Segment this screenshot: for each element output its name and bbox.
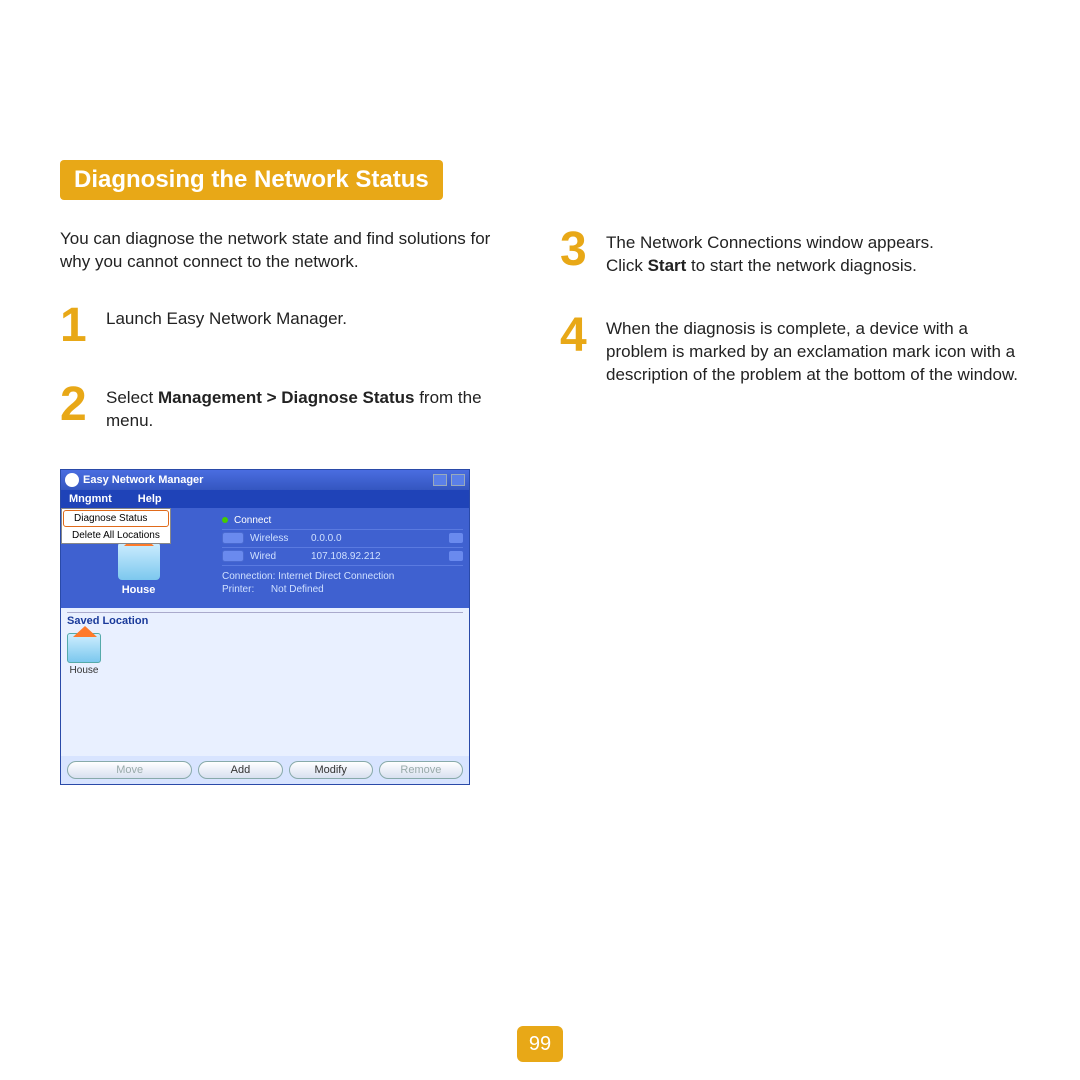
- step-number: 2: [60, 383, 94, 433]
- wired-value: 107.108.92.212: [311, 551, 443, 562]
- step-number: 4: [560, 314, 594, 387]
- step-4: 4 When the diagnosis is complete, a devi…: [560, 314, 1020, 387]
- house-label: House: [61, 584, 216, 596]
- menu-mngmnt[interactable]: Mngmnt: [69, 493, 112, 505]
- saved-location-title: Saved Location: [67, 612, 463, 633]
- conn-value: Internet Direct Connection: [278, 571, 394, 582]
- page-number: 99: [517, 1026, 563, 1062]
- left-column: You can diagnose the network state and f…: [60, 228, 520, 785]
- app-logo-icon: [65, 473, 79, 487]
- wired-label: Wired: [250, 551, 305, 562]
- step-number: 1: [60, 304, 94, 347]
- menu-item-diagnose-status[interactable]: Diagnose Status: [63, 510, 169, 527]
- wired-icon: [222, 550, 244, 562]
- saved-location-panel: Saved Location House: [61, 608, 469, 756]
- text-prefix: Select: [106, 388, 158, 407]
- connect-label: Connect: [234, 515, 271, 526]
- menu-item-delete-all-locations[interactable]: Delete All Locations: [62, 528, 170, 543]
- house-icon: [118, 542, 160, 580]
- step-2: 2 Select Management > Diagnose Status fr…: [60, 383, 520, 433]
- wireless-row: Wireless 0.0.0.0: [222, 530, 463, 548]
- close-icon[interactable]: [451, 474, 465, 486]
- saved-item-label: House: [67, 665, 101, 676]
- wired-row: Wired 107.108.92.212: [222, 548, 463, 566]
- page-number-value: 99: [529, 1033, 551, 1056]
- enm-title: Easy Network Manager: [83, 474, 429, 486]
- step-text: The Network Connections window appears. …: [606, 228, 1020, 278]
- enm-window: Easy Network Manager Mngmnt Help Diagnos…: [60, 469, 470, 785]
- enm-menubar: Mngmnt Help: [61, 490, 469, 508]
- connection-info: Connection: Internet Direct Connection P…: [222, 566, 463, 604]
- step-3: 3 The Network Connections window appears…: [560, 228, 1020, 278]
- minimize-icon[interactable]: [433, 474, 447, 486]
- status-dot-icon: [222, 517, 228, 523]
- step3-line1: The Network Connections window appears.: [606, 233, 934, 252]
- printer-value: Not Defined: [271, 584, 324, 595]
- step-1: 1 Launch Easy Network Manager.: [60, 304, 520, 347]
- text-bold: Management > Diagnose Status: [158, 388, 414, 407]
- enm-right-pane: Connect Wireless 0.0.0.0 Wired 107.108.9…: [216, 508, 469, 608]
- wireless-value: 0.0.0.0: [311, 533, 443, 544]
- step3-bold: Start: [648, 256, 687, 275]
- right-column: 3 The Network Connections window appears…: [560, 228, 1020, 785]
- wireless-label: Wireless: [250, 533, 305, 544]
- conn-label: Connection:: [222, 571, 275, 582]
- row-end-icon: [449, 551, 463, 561]
- wireless-icon: [222, 532, 244, 544]
- step-text: When the diagnosis is complete, a device…: [606, 314, 1020, 387]
- menu-help[interactable]: Help: [138, 493, 162, 505]
- step-text: Launch Easy Network Manager.: [106, 304, 520, 347]
- connect-row: Connect: [222, 512, 463, 530]
- section-title: Diagnosing the Network Status: [60, 160, 443, 200]
- printer-label: Printer:: [222, 584, 254, 595]
- enm-button-bar: Move Add Modify Remove: [61, 756, 469, 784]
- step-text: Select Management > Diagnose Status from…: [106, 383, 520, 433]
- intro-text: You can diagnose the network state and f…: [60, 228, 520, 274]
- house-icon: [67, 633, 101, 663]
- enm-left-pane: Diagnose Status Delete All Locations Hou…: [61, 508, 216, 608]
- modify-button[interactable]: Modify: [289, 761, 373, 779]
- enm-titlebar: Easy Network Manager: [61, 470, 469, 490]
- row-end-icon: [449, 533, 463, 543]
- mngmnt-dropdown: Diagnose Status Delete All Locations: [61, 508, 171, 544]
- add-button[interactable]: Add: [198, 761, 282, 779]
- remove-button[interactable]: Remove: [379, 761, 463, 779]
- step3-line2a: Click: [606, 256, 648, 275]
- step3-line2b: to start the network diagnosis.: [686, 256, 917, 275]
- saved-item-house[interactable]: House: [67, 633, 101, 676]
- move-button[interactable]: Move: [67, 761, 192, 779]
- step-number: 3: [560, 228, 594, 278]
